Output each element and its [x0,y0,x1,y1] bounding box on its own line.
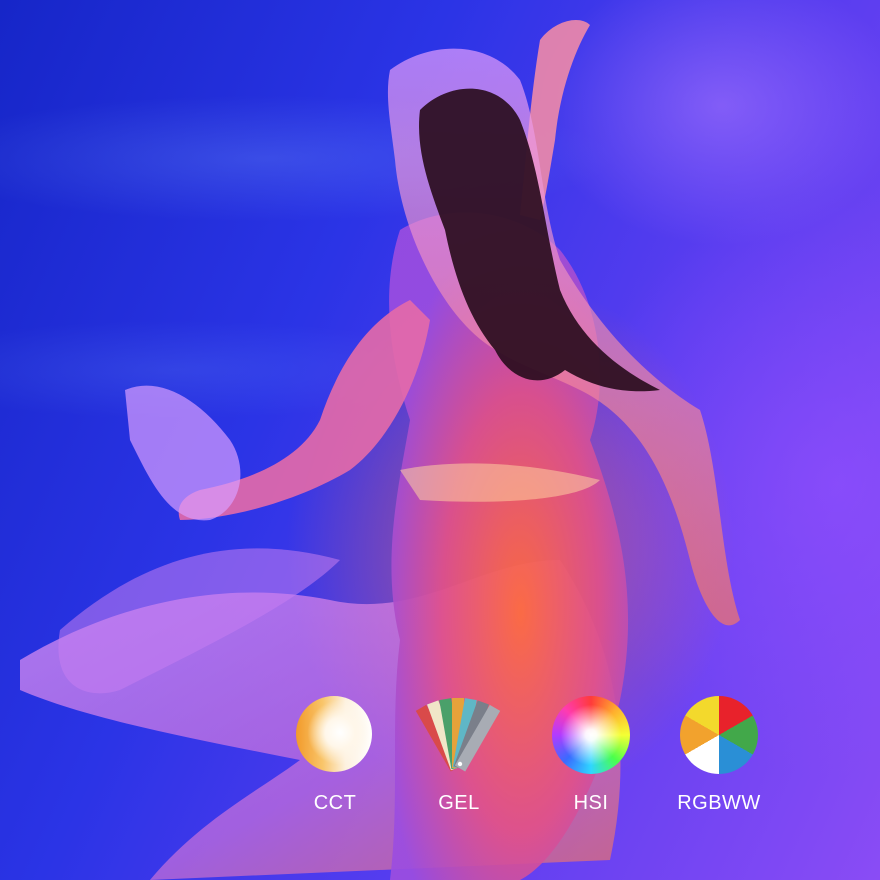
mode-label-hsi: HSI [573,792,609,814]
gel-swatch-fan-icon [415,698,501,772]
mode-cct: CCT [280,696,390,815]
mode-label-gel: GEL [438,792,480,814]
mode-gel: GEL [404,696,514,815]
wrist-fabric [125,385,241,521]
rgbww-pie-icon [680,696,758,774]
mode-label-rgbww: RGBWW [677,792,761,814]
mode-label-cct: CCT [313,792,357,814]
mode-rgbww: RGBWW [664,696,774,815]
mode-hsi: HSI [536,696,646,815]
hsi-color-wheel-icon [552,696,630,774]
light-modes-row: CCT GEL HSI RGBWW [280,696,780,826]
cct-gradient-circle-icon [296,696,372,772]
